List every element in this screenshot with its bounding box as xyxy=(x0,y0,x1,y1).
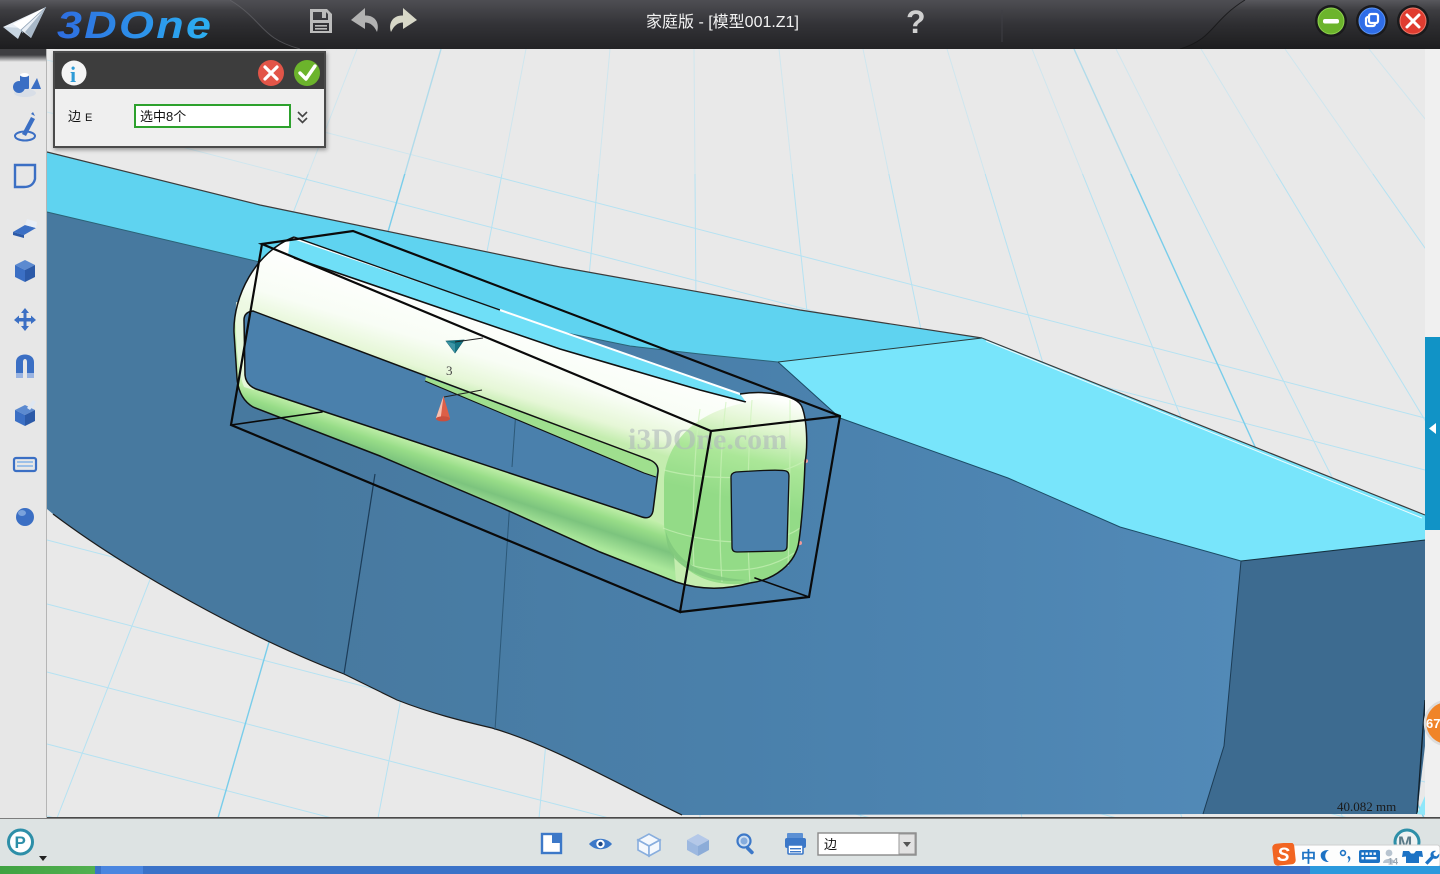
svg-text:家庭版 - [模型001.Z1]: 家庭版 - [模型001.Z1] xyxy=(646,13,799,31)
svg-text:3: 3 xyxy=(446,363,453,378)
svg-text:P: P xyxy=(15,833,26,852)
svg-text:3DOne: 3DOne xyxy=(57,3,213,46)
svg-text:边: 边 xyxy=(824,837,837,852)
svg-text:中: 中 xyxy=(1301,848,1316,866)
svg-text:S: S xyxy=(1277,845,1290,866)
svg-text:40.082 mm: 40.082 mm xyxy=(1337,799,1396,814)
svg-text:?: ? xyxy=(906,4,926,40)
svg-text:i: i xyxy=(70,62,76,87)
svg-text:边: 边 xyxy=(68,109,81,124)
svg-text:E: E xyxy=(85,112,92,124)
svg-text:67: 67 xyxy=(1426,716,1440,731)
svg-text:14: 14 xyxy=(1388,857,1398,867)
svg-text:选中8个: 选中8个 xyxy=(140,109,186,124)
